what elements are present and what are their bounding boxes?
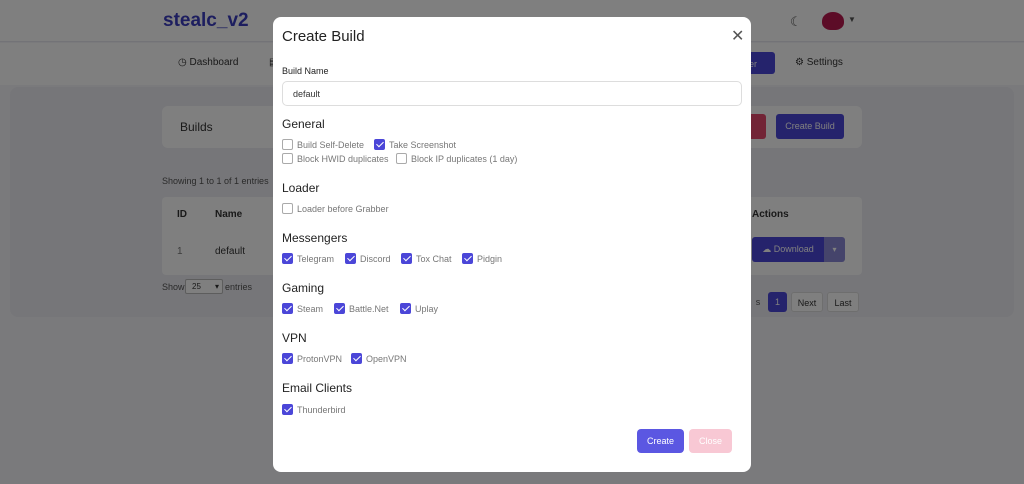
checkbox-ip[interactable]: Block IP duplicates (1 day) — [396, 153, 518, 166]
section-email-clients: Email Clients — [282, 381, 353, 395]
checkbox-box[interactable] — [334, 303, 345, 315]
checkbox-telegram[interactable]: Telegram — [282, 253, 335, 266]
checkbox-hwid[interactable]: Block HWID duplicates — [282, 153, 389, 166]
checkbox-label: ProtonVPN — [297, 354, 343, 364]
build-name-label: Build Name — [282, 66, 329, 76]
checkbox-label: Telegram — [297, 254, 335, 264]
modal-title: Create Build — [282, 28, 365, 45]
checkbox-thunderbird[interactable]: Thunderbird — [282, 404, 346, 417]
checkbox-label: Tox Chat — [416, 254, 452, 264]
checkbox-label: Steam — [297, 304, 324, 314]
create-button[interactable]: Create — [637, 429, 684, 453]
checkbox-box[interactable] — [462, 253, 473, 265]
checkbox-box[interactable] — [401, 253, 412, 265]
checkbox-box[interactable] — [282, 203, 293, 215]
checkbox-protonvpn[interactable]: ProtonVPN — [282, 353, 343, 366]
close-button[interactable]: Close — [689, 429, 732, 453]
checkbox-label: OpenVPN — [366, 354, 407, 364]
checkbox-openvpn[interactable]: OpenVPN — [351, 353, 407, 366]
checkbox-label: Pidgin — [477, 254, 503, 264]
checkbox-steam[interactable]: Steam — [282, 303, 324, 316]
checkbox-label: Block IP duplicates (1 day) — [411, 154, 518, 164]
checkbox-self-delete[interactable]: Build Self-Delete — [282, 139, 365, 152]
checkbox-box[interactable] — [282, 303, 293, 315]
checkbox-discord[interactable]: Discord — [345, 253, 391, 266]
checkbox-box[interactable] — [282, 404, 293, 416]
checkbox-tox[interactable]: Tox Chat — [401, 253, 452, 266]
checkbox-label: Loader before Grabber — [297, 204, 389, 214]
section-vpn: VPN — [282, 331, 307, 345]
checkbox-label: Block HWID duplicates — [297, 154, 389, 164]
checkbox-box[interactable] — [374, 139, 385, 151]
close-icon[interactable]: ✕ — [731, 26, 744, 46]
checkbox-box[interactable] — [396, 153, 407, 165]
checkbox-label: Thunderbird — [297, 405, 346, 415]
checkbox-uplay[interactable]: Uplay — [400, 303, 439, 316]
checkbox-loader-before[interactable]: Loader before Grabber — [282, 203, 389, 216]
section-messengers: Messengers — [282, 231, 348, 245]
checkbox-box[interactable] — [282, 139, 293, 151]
checkbox-battlenet[interactable]: Battle.Net — [334, 303, 389, 316]
checkbox-box[interactable] — [400, 303, 411, 315]
section-gaming: Gaming — [282, 281, 325, 295]
checkbox-box[interactable] — [345, 253, 356, 265]
checkbox-box[interactable] — [351, 353, 362, 365]
checkbox-label: Take Screenshot — [389, 140, 457, 150]
checkbox-label: Uplay — [415, 304, 439, 314]
create-build-modal: Create Build ✕ Build Name General Build … — [273, 17, 751, 472]
checkbox-box[interactable] — [282, 353, 293, 365]
checkbox-screenshot[interactable]: Take Screenshot — [374, 139, 457, 152]
checkbox-pidgin[interactable]: Pidgin — [462, 253, 503, 266]
section-general: General — [282, 117, 325, 131]
section-loader: Loader — [282, 181, 320, 195]
checkbox-label: Battle.Net — [349, 304, 389, 314]
checkbox-box[interactable] — [282, 253, 293, 265]
build-name-input[interactable] — [282, 81, 742, 106]
checkbox-label: Build Self-Delete — [297, 140, 365, 150]
checkbox-box[interactable] — [282, 153, 293, 165]
checkbox-label: Discord — [360, 254, 391, 264]
